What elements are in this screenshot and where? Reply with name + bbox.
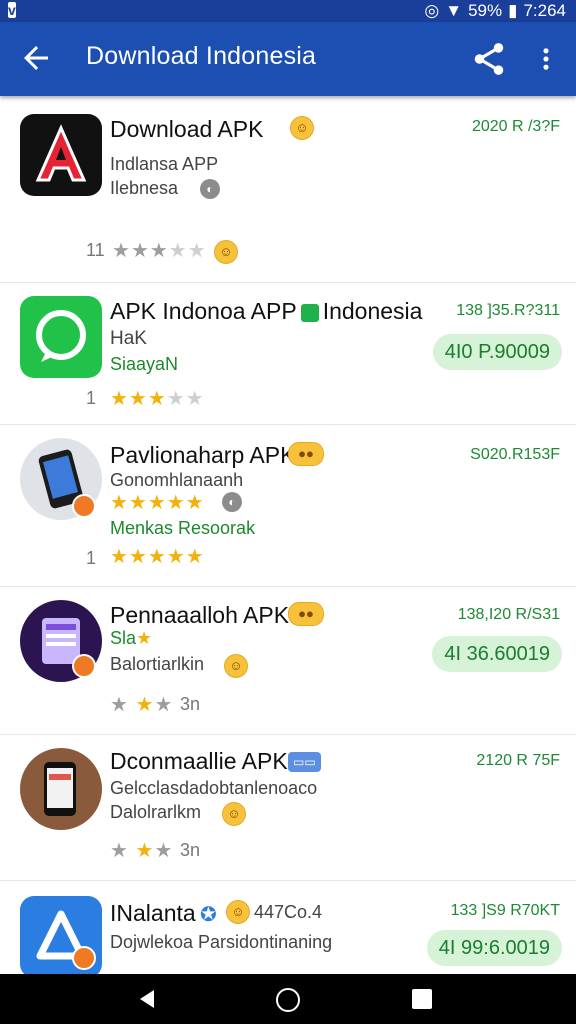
- list-item[interactable]: INalanta ✪ ☺ 447Co.4 133 ]S9 R70KT Dojwl…: [0, 880, 576, 974]
- review-tail: 3n: [180, 694, 201, 714]
- notification-icon: v: [8, 2, 16, 18]
- app-meta: 447Co.4: [254, 902, 323, 922]
- app-icon: [20, 114, 102, 196]
- rating-stars-bottom: ★★★★★: [110, 546, 205, 568]
- wifi-icon: ▼: [445, 1, 463, 20]
- clock: 7:264: [523, 1, 566, 20]
- more-vert-icon[interactable]: [532, 40, 560, 78]
- info-icon: ◐: [200, 179, 220, 199]
- install-pill[interactable]: 4I 99:6.0019: [426, 930, 562, 966]
- list-item[interactable]: Pennaaalloh APK ●● 138,I20 R/S31 Sla★ Ba…: [0, 586, 576, 735]
- battery-icon: ▮: [508, 1, 518, 20]
- rating-stars: ★★★★★: [112, 240, 207, 262]
- orange-badge-icon: [72, 654, 96, 678]
- app-name: Pavlionaharp APK: [110, 442, 296, 468]
- smile-emoji-icon: ☺: [226, 900, 250, 924]
- nav-back-icon[interactable]: [136, 988, 158, 1010]
- app-subtitle: Gonomhlanaanh: [110, 470, 244, 490]
- share-icon[interactable]: [470, 40, 508, 78]
- app-icon: [20, 296, 102, 378]
- app-subtitle: Dojwlekoa Parsidontinaning: [110, 932, 333, 952]
- alarm-icon: ◎: [424, 1, 440, 20]
- app-bar: Download Indonesia: [0, 22, 576, 96]
- app-tagline: Menkas Resoorak: [110, 518, 256, 538]
- app-date: S020.R153F: [470, 446, 560, 463]
- orange-badge-icon: [72, 494, 96, 518]
- status-bar: v ◎ ▼ 59% ▮ 7:264: [0, 0, 576, 22]
- battery-text: 59%: [468, 1, 503, 20]
- list-item[interactable]: Dconmaallie APK ▭▭ 2120 R 75F Gelcclasda…: [0, 734, 576, 881]
- app-date: 138 ]35.R?311: [456, 302, 560, 319]
- app-subtitle: HaK: [110, 328, 147, 349]
- app-list: Download APK ☺ 2020 R /3?F Indlansa APP …: [0, 96, 576, 974]
- emoji-badge-icon: ●●: [288, 442, 324, 466]
- phone-icon: [44, 762, 76, 816]
- app-tagline: SiaayaN: [110, 354, 179, 374]
- app-name: Dconmaallie APK: [110, 748, 288, 774]
- app-date: 2020 R /3?F: [471, 118, 560, 135]
- install-pill[interactable]: 4I 36.60019: [432, 636, 562, 672]
- app-subtitle: Sla★: [110, 628, 153, 648]
- orange-badge-icon: [72, 946, 96, 970]
- install-pill[interactable]: 4I0 P.90009: [432, 334, 562, 370]
- review-tail: 3n: [180, 840, 201, 860]
- app-subtitle: Gelcclasdadobtanlenoaco: [110, 778, 318, 798]
- green-badge-icon: [300, 303, 319, 322]
- home-circle-icon[interactable]: [276, 988, 300, 1012]
- rating-stars: ★ ★★: [110, 694, 174, 716]
- app-region: Ilebnesa: [110, 178, 179, 198]
- smile-emoji-icon: ☺: [214, 240, 238, 264]
- list-item[interactable]: Download APK ☺ 2020 R /3?F Indlansa APP …: [0, 96, 576, 283]
- verified-icon: ✪: [200, 904, 217, 926]
- rating-stars: ★★★★★: [110, 492, 205, 514]
- app-date: 133 ]S9 R70KT: [450, 902, 560, 919]
- smile-emoji-icon: ☺: [224, 654, 248, 678]
- back-arrow-icon[interactable]: [18, 40, 54, 76]
- emoji-badge-icon: ●●: [288, 602, 324, 626]
- review-count: 11: [86, 240, 105, 260]
- list-item[interactable]: APK Indonoa APP Indonesia 138 ]35.R?311 H…: [0, 282, 576, 425]
- review-count: 1: [86, 388, 97, 408]
- star-icon: ★: [136, 628, 153, 648]
- review-count: 1: [86, 548, 97, 568]
- list-item[interactable]: Pavlionaharp APK ●● S020.R153F Gonomhlan…: [0, 424, 576, 587]
- chat-bubble-icon: [36, 310, 86, 362]
- app-name: INalanta: [110, 900, 196, 926]
- recents-square-icon[interactable]: [412, 989, 432, 1009]
- smile-emoji-icon: ☺: [222, 802, 246, 826]
- smile-emoji-icon: ☺: [290, 116, 314, 140]
- app-name: Download APK: [110, 116, 264, 142]
- app-subtitle: Indlansa APP: [110, 154, 219, 174]
- page-title: Download Indonesia: [86, 42, 317, 70]
- tag-badge: ▭▭: [288, 752, 321, 772]
- app-date: 2120 R 75F: [476, 752, 560, 769]
- letter-a-icon: [35, 124, 87, 182]
- app-name: Pennaaalloh APK: [110, 602, 290, 628]
- app-tagline: Balortiarlkin: [110, 654, 205, 674]
- app-tagline: Dalolrarlkm: [110, 802, 202, 822]
- info-icon: ◐: [222, 492, 242, 512]
- rating-stars: ★★★★★: [110, 388, 205, 410]
- app-date: 138,I20 R/S31: [457, 606, 560, 623]
- app-icon: [20, 748, 102, 830]
- system-nav-bar: [0, 974, 576, 1024]
- app-name: APK Indonoa APP Indonesia: [110, 298, 423, 324]
- rating-stars: ★ ★★: [110, 840, 174, 862]
